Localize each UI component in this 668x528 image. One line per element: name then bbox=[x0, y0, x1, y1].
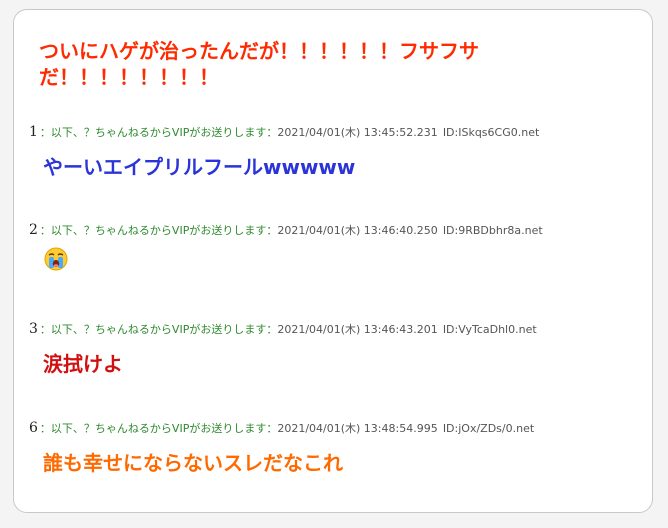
post-item: 2 ：以下、？ちゃんねるからVIPがお送りします：2021/04/01(木) 13… bbox=[29, 220, 639, 278]
post-item: 1 ：以下、？ちゃんねるからVIPがお送りします：2021/04/01(木) 13… bbox=[29, 122, 639, 180]
post-item: 6 ：以下、？ちゃんねるからVIPがお送りします：2021/04/01(木) 13… bbox=[29, 418, 639, 476]
post-body bbox=[43, 247, 639, 278]
post-header: 6 ：以下、？ちゃんねるからVIPがお送りします：2021/04/01(木) 13… bbox=[29, 418, 639, 436]
post-header: 2 ：以下、？ちゃんねるからVIPがお送りします：2021/04/01(木) 13… bbox=[29, 220, 639, 238]
post-header: 3 ：以下、？ちゃんねるからVIPがお送りします：2021/04/01(木) 13… bbox=[29, 319, 639, 337]
post-date: 2021/04/01(木) 13:45:52.231 bbox=[277, 126, 438, 139]
post-name: ：以下、？ちゃんねるからVIPがお送りします： bbox=[39, 126, 278, 139]
post-number[interactable]: 6 bbox=[29, 420, 38, 436]
post-id[interactable]: ID:ISkqs6CG0.net bbox=[443, 126, 539, 139]
post-number[interactable]: 1 bbox=[29, 124, 38, 140]
post-name: ：以下、？ちゃんねるからVIPがお送りします： bbox=[39, 323, 278, 336]
crying-face-icon bbox=[43, 246, 69, 272]
post-body: 涙拭けよ bbox=[43, 352, 123, 376]
post-name: ：以下、？ちゃんねるからVIPがお送りします： bbox=[39, 422, 278, 435]
post-date: 2021/04/01(木) 13:46:43.201 bbox=[277, 323, 438, 336]
post-id[interactable]: ID:9RBDbhr8a.net bbox=[443, 224, 543, 237]
post-body: 誰も幸せにならないスレだなこれ bbox=[43, 451, 343, 475]
post-name: ：以下、？ちゃんねるからVIPがお送りします： bbox=[39, 224, 278, 237]
post-date: 2021/04/01(木) 13:46:40.250 bbox=[277, 224, 438, 237]
post-item: 3 ：以下、？ちゃんねるからVIPがお送りします：2021/04/01(木) 13… bbox=[29, 319, 639, 377]
post-header: 1 ：以下、？ちゃんねるからVIPがお送りします：2021/04/01(木) 13… bbox=[29, 122, 639, 140]
post-date: 2021/04/01(木) 13:48:54.995 bbox=[277, 422, 438, 435]
thread-title: ついにハゲが治ったんだが！！！！！！フサフサだ！！！！！！！！ bbox=[39, 39, 479, 89]
post-id[interactable]: ID:VyTcaDhl0.net bbox=[443, 323, 537, 336]
post-id[interactable]: ID:jOx/ZDs/0.net bbox=[443, 422, 534, 435]
thread-card: ついにハゲが治ったんだが！！！！！！フサフサだ！！！！！！！！ 1 ：以下、？ちゃ… bbox=[13, 9, 653, 513]
post-number[interactable]: 2 bbox=[29, 222, 38, 238]
post-number[interactable]: 3 bbox=[29, 321, 38, 337]
post-body: やーいエイプリルフールwwwww bbox=[43, 155, 356, 179]
